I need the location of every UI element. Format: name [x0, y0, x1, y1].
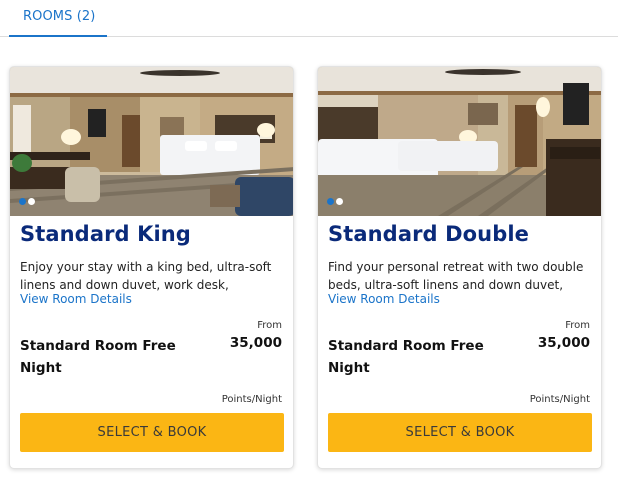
room-description: Find your personal retreat with two doub…: [328, 260, 584, 292]
carousel-dot[interactable]: [327, 198, 334, 205]
points-price: 35,000: [229, 335, 282, 351]
select-and-book-button[interactable]: SELECT & BOOK: [20, 413, 284, 452]
view-room-details-link[interactable]: View Room Details: [20, 292, 132, 306]
tab-rooms[interactable]: ROOMS (2): [9, 0, 107, 37]
points-price: 35,000: [537, 335, 590, 351]
room-card-standard-king: Standard King Enjoy your stay with a kin…: [9, 66, 294, 469]
from-label: From: [565, 320, 590, 331]
room-title: Standard King: [20, 222, 191, 246]
room-photo[interactable]: [10, 67, 293, 216]
points-unit: Points/Night: [221, 394, 282, 405]
select-and-book-button[interactable]: SELECT & BOOK: [328, 413, 592, 452]
carousel-dot[interactable]: [19, 198, 26, 205]
rate-name: Standard Room Free Night: [328, 338, 484, 376]
tab-rooms-label: ROOMS (2): [23, 9, 96, 24]
room-title: Standard Double: [328, 222, 529, 246]
room-tabs: ROOMS (2): [0, 0, 618, 37]
carousel-dot[interactable]: [336, 198, 343, 205]
photo-carousel-dots: [327, 198, 343, 205]
rate-name: Standard Room Free Night: [20, 338, 176, 376]
from-label: From: [257, 320, 282, 331]
view-room-details-link[interactable]: View Room Details: [328, 292, 440, 306]
room-card-standard-double: Standard Double Find your personal retre…: [317, 66, 602, 469]
points-unit: Points/Night: [529, 394, 590, 405]
photo-carousel-dots: [19, 198, 35, 205]
carousel-dot[interactable]: [28, 198, 35, 205]
room-description: Enjoy your stay with a king bed, ultra-s…: [20, 260, 272, 292]
room-photo[interactable]: [318, 67, 601, 216]
